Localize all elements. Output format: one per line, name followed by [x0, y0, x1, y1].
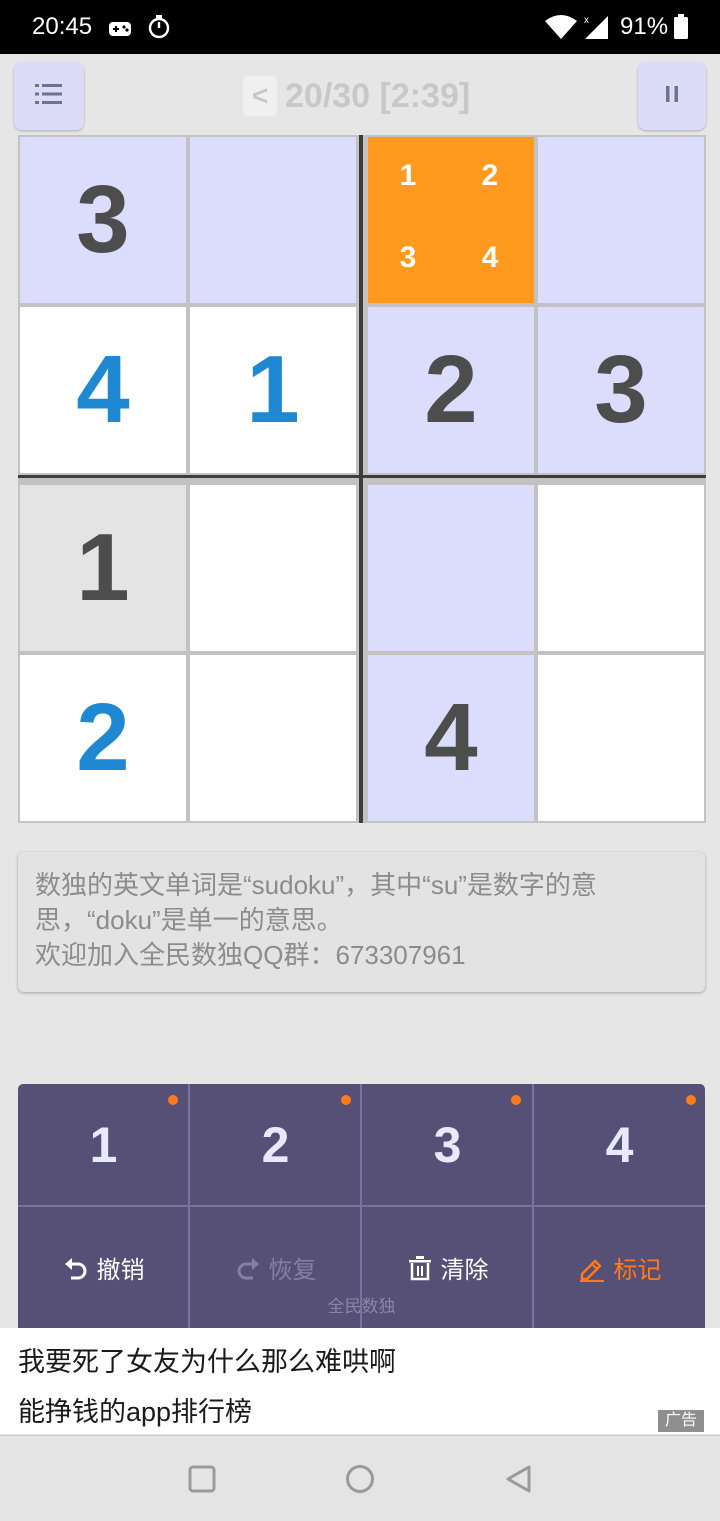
- board-cell-r3c2[interactable]: [190, 485, 356, 651]
- redo-label: 恢复: [268, 1257, 317, 1284]
- cell-digit: 4: [76, 336, 130, 443]
- board-cell-r4c4[interactable]: [538, 655, 704, 821]
- board-cell-r2c4[interactable]: 3: [538, 307, 704, 473]
- app-watermark: 全民数独: [327, 1297, 396, 1316]
- note-dot: [168, 1095, 178, 1105]
- cell-digit: 4: [424, 684, 478, 791]
- board-cell-r2c1[interactable]: 4: [20, 307, 186, 473]
- cell-digit: 3: [76, 166, 130, 273]
- svg-text:x: x: [584, 15, 589, 26]
- tip-line-3: 欢迎加入全民数独QQ群：673307961: [35, 940, 466, 970]
- redo-icon: [237, 1257, 259, 1279]
- pad-divider: [18, 1205, 705, 1207]
- cell-digit: 2: [424, 336, 478, 443]
- tip-line-2: 思，“doku”是单一的意思。: [35, 905, 343, 935]
- pause-button[interactable]: [638, 62, 706, 130]
- ad-link-2[interactable]: 能挣钱的app排行榜: [18, 1390, 252, 1429]
- ad-link-1[interactable]: 我要死了女友为什么那么难哄啊: [18, 1340, 396, 1379]
- recents-square-icon[interactable]: [188, 1465, 216, 1498]
- status-bar: 20:45 x 91%: [0, 0, 720, 54]
- gamepad-icon: [108, 17, 132, 45]
- board-cell-r3c3[interactable]: [368, 485, 534, 651]
- number-label: 1: [89, 1116, 118, 1173]
- board-cell-r3c1[interactable]: 1: [20, 485, 186, 651]
- pencil-note: 3: [399, 241, 417, 274]
- list-icon: [35, 82, 63, 111]
- number-button-4[interactable]: 4: [534, 1084, 705, 1205]
- title-area: < 20/30 [2:39]: [243, 74, 470, 118]
- board-cell-r1c1[interactable]: 3: [20, 137, 186, 303]
- number-pad: 1 2 3 4 撤销 恢复 清除 标记 全民数独: [18, 1084, 705, 1328]
- ad-banner[interactable]: 我要死了女友为什么那么难哄啊 能挣钱的app排行榜 广告: [0, 1328, 720, 1434]
- cell-digit: 1: [76, 514, 130, 621]
- board-cell-r4c2[interactable]: [190, 655, 356, 821]
- number-button-3[interactable]: 3: [362, 1084, 533, 1205]
- board-cell-r1c3[interactable]: 1 2 3 4: [368, 137, 534, 303]
- menu-button[interactable]: [14, 62, 84, 130]
- box-divider-horizontal: [18, 475, 706, 478]
- undo-icon: [64, 1257, 86, 1279]
- board-cell-r4c1[interactable]: 2: [20, 655, 186, 821]
- note-dot: [511, 1095, 521, 1105]
- status-time: 20:45: [32, 13, 93, 40]
- cell-digit: 1: [246, 336, 300, 443]
- pencil-notes: 1 2 3 4: [368, 137, 534, 303]
- timer-icon: [148, 15, 170, 46]
- board-cell-r1c2[interactable]: [190, 137, 356, 303]
- board-cell-r3c4[interactable]: [538, 485, 704, 651]
- tip-box: 数独的英文单词是“sudoku”，其中“su”是数字的意 思，“doku”是单一…: [18, 852, 705, 992]
- pencil-note: 1: [399, 159, 417, 192]
- level-and-timer: 20/30 [2:39]: [285, 76, 471, 115]
- board-cell-r1c4[interactable]: [538, 137, 704, 303]
- cell-digit: 2: [76, 684, 130, 791]
- note-dot: [341, 1095, 351, 1105]
- clear-label: 清除: [440, 1257, 489, 1284]
- battery-percent: 91%: [620, 13, 669, 40]
- game-toolbar: < 20/30 [2:39]: [0, 56, 720, 134]
- number-label: 2: [261, 1116, 290, 1173]
- note-dot: [686, 1095, 696, 1105]
- mark-label: 标记: [613, 1257, 662, 1284]
- trash-icon: [408, 1255, 431, 1280]
- tip-line-1: 数独的英文单词是“sudoku”，其中“su”是数字的意: [35, 870, 597, 900]
- board-cell-r4c3[interactable]: 4: [368, 655, 534, 821]
- ad-tag: 广告: [658, 1410, 704, 1432]
- number-button-2[interactable]: 2: [190, 1084, 361, 1205]
- back-triangle-icon[interactable]: [504, 1464, 532, 1499]
- board-cell-r2c2[interactable]: 1: [190, 307, 356, 473]
- number-label: 3: [433, 1116, 462, 1173]
- pencil-icon: [579, 1258, 604, 1282]
- wifi-icon: [544, 14, 578, 47]
- pencil-note: 2: [481, 159, 499, 192]
- previous-level-button[interactable]: <: [243, 76, 277, 116]
- number-button-1[interactable]: 1: [18, 1084, 189, 1205]
- sudoku-board: 3 1 2 3 4 4 1 2 3 1 2 4: [18, 135, 706, 823]
- battery-icon: [673, 14, 689, 47]
- home-circle-icon[interactable]: [345, 1464, 375, 1499]
- cell-signal-icon: x: [582, 14, 610, 47]
- undo-label: 撤销: [96, 1257, 145, 1284]
- board-cell-r2c3[interactable]: 2: [368, 307, 534, 473]
- cell-digit: 3: [594, 336, 648, 443]
- pencil-note: 4: [481, 241, 499, 274]
- pause-icon: [664, 84, 680, 109]
- number-label: 4: [605, 1116, 634, 1173]
- system-nav-bar: [0, 1435, 720, 1521]
- box-divider-vertical: [359, 135, 363, 823]
